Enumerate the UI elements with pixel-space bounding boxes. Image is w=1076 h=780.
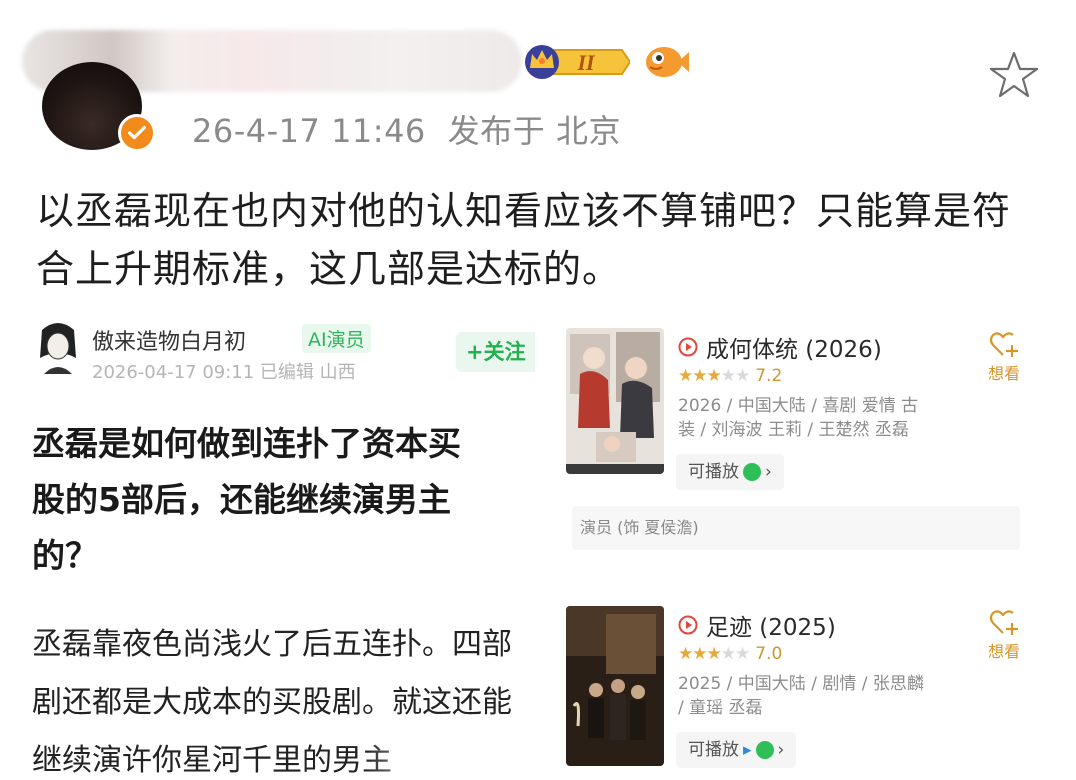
want-label: 想看 [987, 642, 1020, 661]
rating-value: 7.0 [755, 644, 783, 664]
playable-button[interactable]: 可播放 › [676, 454, 784, 490]
chevron-right-icon: › [777, 740, 785, 760]
fish-icon [646, 47, 689, 77]
article-title: 丞磊是如何做到连扑了资本买 股的5部后，还能继续演男主 的？ [32, 424, 461, 575]
play-circle-icon [678, 615, 698, 635]
article-meta: 2026-04-17 09:11 已编辑 山西 [92, 362, 356, 383]
playable-label: 可播放 [688, 740, 739, 760]
heart-plus-icon [989, 610, 1018, 635]
author-avatar [36, 318, 80, 376]
rating-value: 7.2 [755, 366, 783, 386]
drama-info: 2025 / 中国大陆 / 剧情 / 张思麟 / 童瑶 丞磊 [678, 674, 924, 718]
vip-crown-icon[interactable]: II [520, 42, 630, 82]
vip-level-text: II [576, 50, 596, 75]
article-author[interactable]: 傲来造物白月初 [92, 324, 246, 356]
playable-button[interactable]: 可播放 ▸ › [676, 732, 797, 768]
rating-stars: ★★★★★ [678, 366, 750, 386]
star-outline-icon[interactable] [988, 50, 1040, 100]
drama-title-text: 成何体统 (2026) [706, 337, 882, 363]
drama-title-text: 足迹 (2025) [706, 615, 836, 641]
image-fade-overlay [364, 736, 534, 780]
platform-icon [755, 741, 774, 759]
chevron-right-icon: › [765, 462, 772, 482]
play-triangle-icon: ▸ [743, 740, 752, 760]
embedded-article-image[interactable]: 傲来造物白月初 AI演员 +关注 2026-04-17 09:11 已编辑 山西… [30, 318, 535, 780]
follow-button[interactable]: +关注 [456, 332, 535, 372]
drama-info: 2026 / 中国大陆 / 喜剧 爱情 古装 / 刘海波 王莉 / 王楚然 丞磊 [678, 396, 919, 440]
post-meta: 26-4-17 11:46 发布于 北京 [192, 106, 643, 152]
rating: ★★★★★ 7.2 [678, 366, 782, 386]
drama-title[interactable]: 成何体统 (2026) [678, 330, 882, 364]
playable-label: 可播放 [688, 462, 739, 482]
rating: ★★★★★ 7.0 [678, 644, 782, 664]
poster-image[interactable] [566, 606, 664, 766]
drama-title[interactable]: 足迹 (2025) [678, 608, 836, 642]
heart-plus-icon [989, 332, 1018, 357]
want-label: 想看 [987, 364, 1020, 383]
poster-image[interactable] [566, 328, 664, 474]
post-time: 26-4-17 11:46 [192, 112, 426, 150]
ai-actor-tag: AI演员 [302, 324, 371, 353]
post-location: 发布于 北京 [447, 112, 621, 150]
post-text: 以丞磊现在也内对他的认知看应该不算铺吧？只能算是符合上升期标准，这几部是达标的。 [36, 189, 1012, 291]
rating-stars: ★★★★★ [678, 644, 750, 664]
actor-role: 演员 (饰 夏侯澹) [572, 506, 1020, 550]
play-circle-icon [678, 337, 698, 357]
want-to-watch-button[interactable]: 想看 [982, 330, 1026, 384]
verified-icon [118, 114, 156, 152]
platform-icon [743, 463, 761, 481]
want-to-watch-button[interactable]: 想看 [982, 608, 1026, 662]
